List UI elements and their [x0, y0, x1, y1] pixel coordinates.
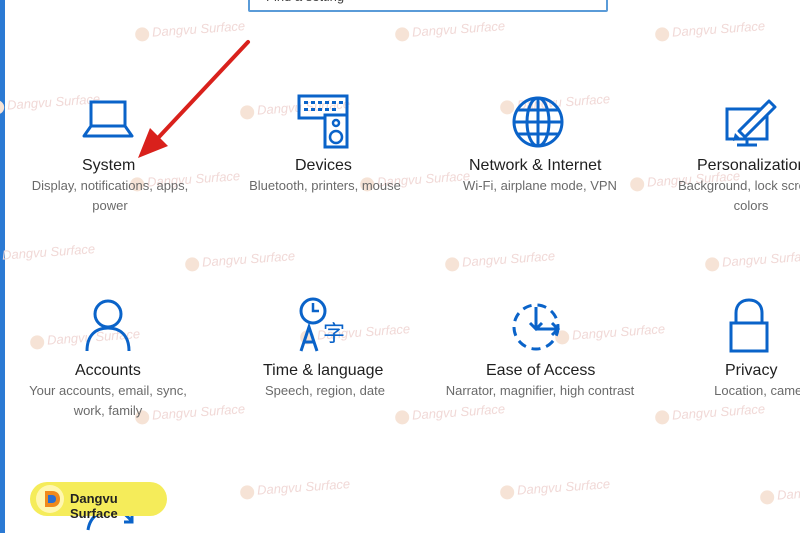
brand-badge: Dangvu Surface: [30, 482, 167, 521]
annotation-arrow: [138, 40, 250, 158]
brand-logo-icon: [36, 485, 64, 513]
brand-name: Dangvu Surface: [70, 491, 118, 521]
